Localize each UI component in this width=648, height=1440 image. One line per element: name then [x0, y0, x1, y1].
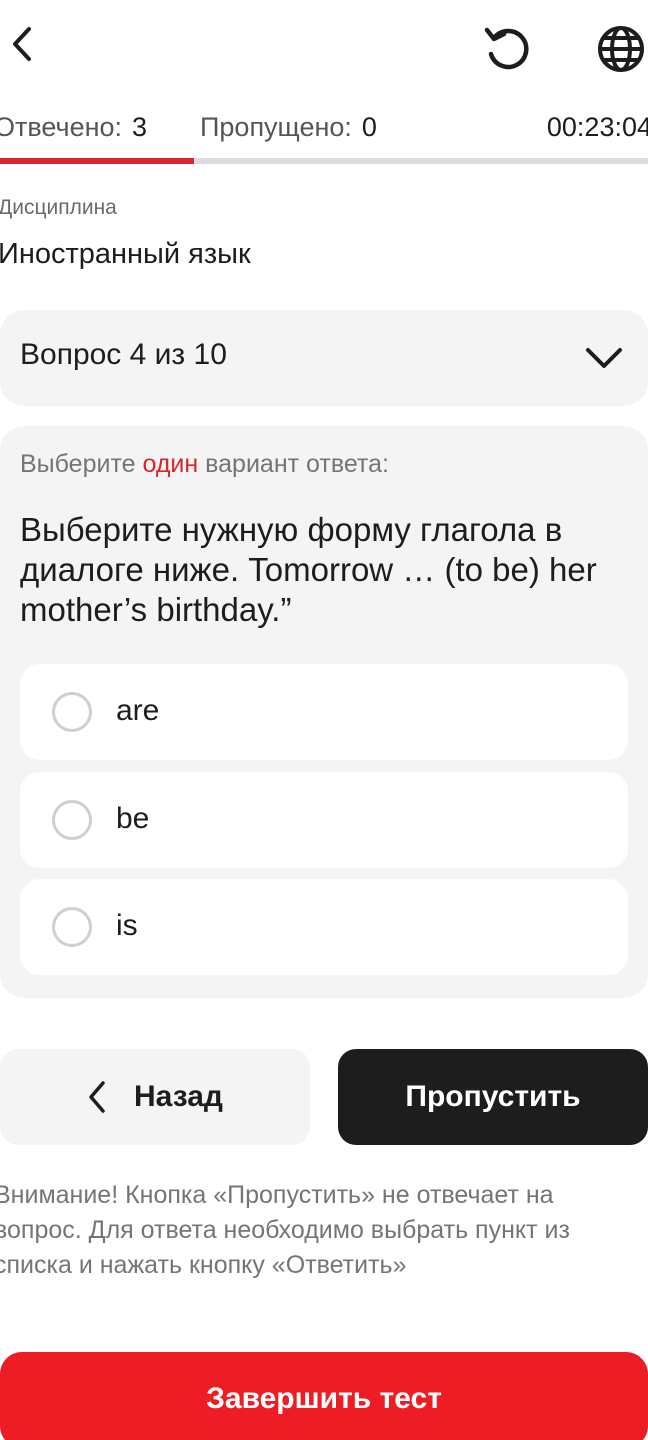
progress-stats: Отвечено: 3 Пропущено: 0 00:23:04 — [0, 108, 648, 148]
globe-icon[interactable] — [594, 22, 648, 76]
radio-button[interactable] — [52, 907, 92, 947]
question-text: Выберите нужную форму глагола в диалоге … — [20, 511, 597, 628]
chevron-left-icon[interactable] — [2, 22, 42, 66]
skip-button[interactable]: Пропустить — [338, 1049, 648, 1145]
answer-instruction: Выберите один вариант ответа: — [20, 450, 389, 479]
timer: 00:23:04 — [546, 112, 648, 142]
answered-counter: Отвечено: 3 — [0, 112, 147, 143]
instruction-highlight: один — [142, 450, 199, 478]
answer-option[interactable]: be — [20, 772, 628, 868]
rotate-ccw-icon[interactable] — [480, 22, 534, 76]
answered-label: Отвечено: — [0, 112, 123, 142]
discipline-value: Иностранный язык — [0, 238, 251, 270]
answer-option-label: is — [116, 909, 138, 942]
answer-option-label: are — [116, 694, 160, 727]
skip-warning-notice: Внимание! Кнопка «Пропустить» не отвечае… — [0, 1181, 570, 1279]
question-selector-label: Вопрос 4 из 10 — [20, 338, 227, 371]
skipped-label: Пропущено: — [200, 112, 352, 142]
progress-bar-fill — [0, 158, 195, 164]
skipped-value: 0 — [361, 112, 377, 142]
finish-test-button-label: Завершить тест — [206, 1382, 442, 1415]
chevron-left-icon — [84, 1079, 110, 1115]
instruction-text-end: вариант ответа: — [198, 450, 389, 478]
skipped-counter: Пропущено: 0 — [200, 112, 377, 143]
radio-button[interactable] — [52, 800, 92, 840]
answered-value: 3 — [132, 112, 148, 142]
progress-bar — [0, 158, 648, 164]
top-bar — [0, 0, 648, 96]
answer-option[interactable]: is — [20, 879, 628, 975]
skip-button-label: Пропустить — [405, 1080, 581, 1113]
chevron-down-icon[interactable] — [582, 340, 626, 376]
back-button-label: Назад — [134, 1080, 223, 1113]
back-button[interactable]: Назад — [0, 1049, 310, 1145]
radio-button[interactable] — [52, 692, 92, 732]
answer-option-label: be — [116, 802, 150, 835]
instruction-text-start: Выберите — [20, 450, 143, 478]
discipline-label: Дисциплина — [0, 196, 117, 219]
finish-test-button[interactable]: Завершить тест — [0, 1352, 648, 1440]
answer-option[interactable]: are — [20, 664, 628, 760]
